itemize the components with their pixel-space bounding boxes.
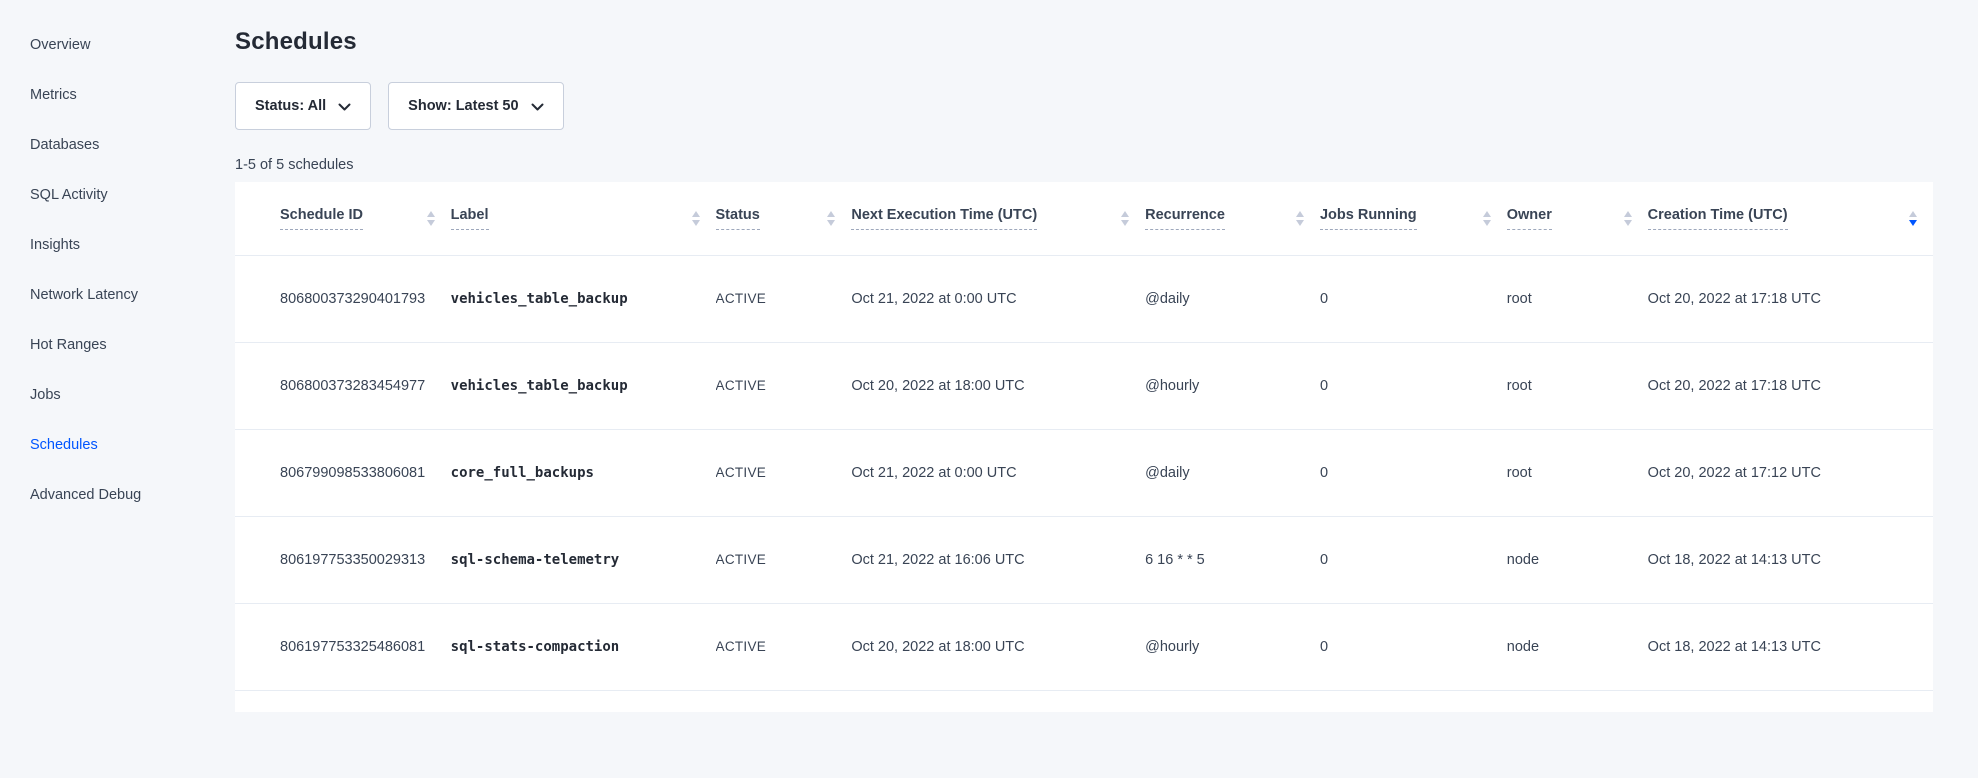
creation-time-cell: Oct 20, 2022 at 17:12 UTC: [1648, 429, 1933, 516]
column-header-label[interactable]: Label: [451, 182, 716, 255]
jobs-running-cell: 0: [1320, 255, 1507, 342]
page-title: Schedules: [235, 28, 1978, 56]
next-execution-cell: Oct 20, 2022 at 18:00 UTC: [851, 603, 1145, 690]
sidebar-item-network-latency[interactable]: Network Latency: [0, 270, 235, 320]
column-header-recurrence[interactable]: Recurrence: [1145, 182, 1320, 255]
status-filter-label: Status: All: [255, 98, 326, 114]
sort-arrows-icon: [1296, 211, 1304, 226]
jobs-running-cell: 0: [1320, 603, 1507, 690]
table-row: 806197753350029313 sql-schema-telemetry …: [235, 516, 1933, 603]
jobs-running-cell: 0: [1320, 516, 1507, 603]
schedule-id-cell: 806800373283454977: [235, 342, 451, 429]
status-cell: ACTIVE: [716, 516, 852, 603]
sort-arrows-icon: [427, 211, 435, 226]
next-execution-cell: Oct 21, 2022 at 16:06 UTC: [851, 516, 1145, 603]
column-label: Jobs Running: [1320, 207, 1417, 230]
schedules-table: Schedule ID Label Status Next Execu: [235, 182, 1933, 691]
creation-time-cell: Oct 20, 2022 at 17:18 UTC: [1648, 342, 1933, 429]
column-label: Recurrence: [1145, 207, 1225, 230]
schedules-page: Overview Metrics Databases SQL Activity …: [0, 0, 1978, 778]
schedule-label-cell: sql-schema-telemetry: [451, 516, 716, 603]
creation-time-cell: Oct 20, 2022 at 17:18 UTC: [1648, 255, 1933, 342]
sort-arrows-icon: [1121, 211, 1129, 226]
table-row: 806799098533806081 core_full_backups ACT…: [235, 429, 1933, 516]
column-label: Next Execution Time (UTC): [851, 207, 1037, 230]
owner-cell: root: [1507, 255, 1648, 342]
results-count: 1-5 of 5 schedules: [235, 157, 1978, 173]
sidebar-item-metrics[interactable]: Metrics: [0, 70, 235, 120]
sort-arrows-icon: [1624, 211, 1632, 226]
sidebar: Overview Metrics Databases SQL Activity …: [0, 0, 235, 778]
table-row: 806197753325486081 sql-stats-compaction …: [235, 603, 1933, 690]
owner-cell: root: [1507, 429, 1648, 516]
creation-time-cell: Oct 18, 2022 at 14:13 UTC: [1648, 516, 1933, 603]
column-label: Status: [716, 207, 760, 230]
next-execution-cell: Oct 21, 2022 at 0:00 UTC: [851, 429, 1145, 516]
recurrence-cell: @hourly: [1145, 603, 1320, 690]
next-execution-cell: Oct 21, 2022 at 0:00 UTC: [851, 255, 1145, 342]
owner-cell: root: [1507, 342, 1648, 429]
creation-time-cell: Oct 18, 2022 at 14:13 UTC: [1648, 603, 1933, 690]
schedule-label-cell: core_full_backups: [451, 429, 716, 516]
jobs-running-cell: 0: [1320, 429, 1507, 516]
show-filter-label: Show: Latest 50: [408, 98, 518, 114]
schedule-id-cell: 806799098533806081: [235, 429, 451, 516]
schedule-label-cell: vehicles_table_backup: [451, 342, 716, 429]
sidebar-item-sql-activity[interactable]: SQL Activity: [0, 170, 235, 220]
column-label: Creation Time (UTC): [1648, 207, 1788, 230]
recurrence-cell: 6 16 * * 5: [1145, 516, 1320, 603]
column-label: Schedule ID: [280, 207, 363, 230]
filter-bar: Status: All Show: Latest 50: [235, 82, 1978, 130]
table-row: 806800373283454977 vehicles_table_backup…: [235, 342, 1933, 429]
sidebar-item-hot-ranges[interactable]: Hot Ranges: [0, 320, 235, 370]
status-cell: ACTIVE: [716, 255, 852, 342]
status-filter-dropdown[interactable]: Status: All: [235, 82, 371, 130]
main-content: Schedules Status: All Show: Latest 50 1-…: [235, 0, 1978, 778]
sort-arrows-icon: [827, 211, 835, 226]
status-cell: ACTIVE: [716, 603, 852, 690]
table-header-row: Schedule ID Label Status Next Execu: [235, 182, 1933, 255]
table-row: 806800373290401793 vehicles_table_backup…: [235, 255, 1933, 342]
schedule-id-cell: 806197753350029313: [235, 516, 451, 603]
status-cell: ACTIVE: [716, 342, 852, 429]
column-header-creation-time[interactable]: Creation Time (UTC): [1648, 182, 1933, 255]
column-header-jobs-running[interactable]: Jobs Running: [1320, 182, 1507, 255]
owner-cell: node: [1507, 603, 1648, 690]
show-filter-dropdown[interactable]: Show: Latest 50: [388, 82, 563, 130]
sort-arrows-icon: [1909, 211, 1917, 226]
schedule-id-cell: 806800373290401793: [235, 255, 451, 342]
recurrence-cell: @daily: [1145, 255, 1320, 342]
sidebar-item-jobs[interactable]: Jobs: [0, 370, 235, 420]
column-header-owner[interactable]: Owner: [1507, 182, 1648, 255]
sort-arrows-icon: [692, 211, 700, 226]
sidebar-item-insights[interactable]: Insights: [0, 220, 235, 270]
chevron-down-icon: [338, 103, 351, 111]
jobs-running-cell: 0: [1320, 342, 1507, 429]
schedule-label-cell: vehicles_table_backup: [451, 255, 716, 342]
column-label: Label: [451, 207, 489, 230]
sidebar-item-overview[interactable]: Overview: [0, 20, 235, 70]
recurrence-cell: @daily: [1145, 429, 1320, 516]
status-cell: ACTIVE: [716, 429, 852, 516]
schedules-table-card: Schedule ID Label Status Next Execu: [235, 182, 1933, 712]
next-execution-cell: Oct 20, 2022 at 18:00 UTC: [851, 342, 1145, 429]
schedule-id-cell: 806197753325486081: [235, 603, 451, 690]
sidebar-item-advanced-debug[interactable]: Advanced Debug: [0, 470, 235, 520]
sidebar-item-schedules[interactable]: Schedules: [0, 420, 235, 470]
column-label: Owner: [1507, 207, 1552, 230]
sidebar-item-databases[interactable]: Databases: [0, 120, 235, 170]
sort-arrows-icon: [1483, 211, 1491, 226]
column-header-status[interactable]: Status: [716, 182, 852, 255]
column-header-next-execution-time[interactable]: Next Execution Time (UTC): [851, 182, 1145, 255]
recurrence-cell: @hourly: [1145, 342, 1320, 429]
schedule-label-cell: sql-stats-compaction: [451, 603, 716, 690]
column-header-schedule-id[interactable]: Schedule ID: [235, 182, 451, 255]
owner-cell: node: [1507, 516, 1648, 603]
chevron-down-icon: [531, 103, 544, 111]
